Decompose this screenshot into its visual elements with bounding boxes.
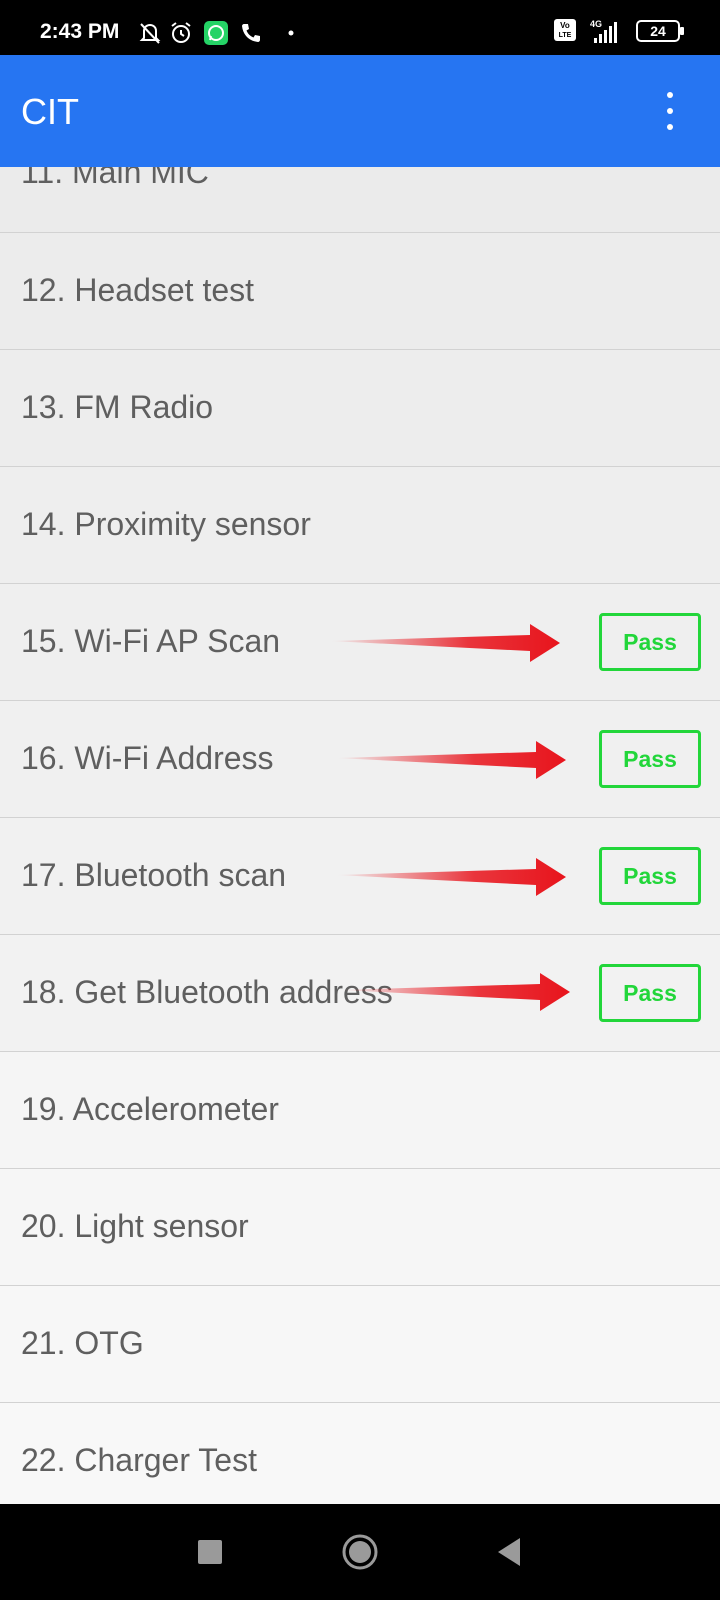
list-item-label: 16. Wi-Fi Address — [21, 740, 274, 776]
more-vert-icon-dot — [667, 124, 673, 130]
battery-icon: 24 — [636, 20, 684, 42]
signal-4g-icon: 4G — [590, 19, 617, 43]
svg-text:4G: 4G — [590, 19, 602, 29]
pass-badge: Pass — [599, 613, 701, 671]
whatsapp-icon — [204, 21, 228, 45]
list-item-label: 13. FM Radio — [21, 389, 214, 425]
phone-icon — [242, 24, 260, 42]
list-item-label: 22. Charger Test — [21, 1442, 257, 1478]
list-item[interactable]: 12. Headset test — [0, 232, 720, 349]
list-item[interactable]: 21. OTG — [0, 1285, 720, 1402]
navigation-bar — [0, 1504, 720, 1600]
list-item-label: 19. Accelerometer — [21, 1091, 279, 1127]
list-item[interactable]: 17. Bluetooth scan Pass — [0, 817, 720, 934]
annotation-arrow-icon — [340, 973, 570, 1011]
status-time: 2:43 PM — [40, 20, 120, 43]
list-item[interactable]: 22. Charger Test — [0, 1402, 720, 1504]
svg-text:Vo: Vo — [560, 21, 570, 30]
annotation-arrow-icon — [336, 858, 566, 896]
svg-text:LTE: LTE — [559, 32, 572, 39]
list-item[interactable]: 15. Wi-Fi AP Scan Pass — [0, 583, 720, 700]
list-item[interactable]: 14. Proximity sensor — [0, 466, 720, 583]
list-item[interactable]: 18. Get Bluetooth address Pass — [0, 934, 720, 1051]
annotation-arrow-icon — [330, 624, 560, 662]
list-item[interactable]: 11. Main MIC — [0, 167, 720, 232]
bell-off-icon — [139, 23, 161, 44]
list-item-label: 20. Light sensor — [21, 1208, 249, 1244]
more-options-button[interactable] — [650, 88, 690, 138]
list-item-label: 12. Headset test — [21, 272, 255, 308]
list-item[interactable]: 19. Accelerometer — [0, 1051, 720, 1168]
list-item-label: 18. Get Bluetooth address — [21, 974, 393, 1010]
battery-level: 24 — [650, 23, 666, 39]
alarm-icon — [171, 22, 191, 43]
pass-badge: Pass — [599, 730, 701, 788]
more-vert-icon — [667, 92, 673, 98]
list-item[interactable]: 20. Light sensor — [0, 1168, 720, 1285]
app-bar: CIT — [0, 55, 720, 167]
list-item-label: 15. Wi-Fi AP Scan — [21, 623, 281, 659]
volte-icon: Vo LTE — [554, 19, 576, 41]
list-item-label: 14. Proximity sensor — [21, 506, 311, 542]
app-title: CIT — [21, 91, 79, 132]
pass-badge: Pass — [599, 847, 701, 905]
more-vert-icon-dot — [667, 108, 673, 114]
dot-icon — [288, 30, 294, 36]
annotation-arrow-icon — [336, 741, 566, 779]
status-bar: 2:43 PM Vo LTE 4G 24 — [0, 0, 720, 55]
list-item-label: 21. OTG — [21, 1325, 144, 1361]
list-item-label: 17. Bluetooth scan — [21, 857, 287, 893]
list-item[interactable]: 16. Wi-Fi Address Pass — [0, 700, 720, 817]
list-item[interactable]: 13. FM Radio — [0, 349, 720, 466]
test-list: 11. Main MIC 12. Headset test 13. FM Rad… — [0, 167, 720, 1504]
pass-badge: Pass — [599, 964, 701, 1022]
list-item-label: 11. Main MIC — [21, 167, 209, 190]
recents-square-icon[interactable] — [196, 1538, 224, 1566]
back-triangle-icon[interactable] — [494, 1536, 524, 1568]
home-circle-icon[interactable] — [340, 1532, 380, 1572]
